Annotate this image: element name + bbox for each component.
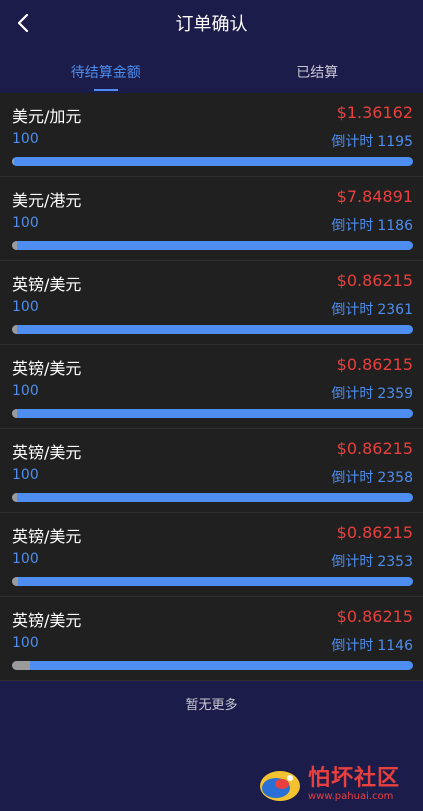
countdown: 倒计时 2358 bbox=[331, 467, 413, 487]
countdown: 倒计时 2361 bbox=[331, 299, 413, 319]
countdown-value: 2361 bbox=[377, 302, 413, 318]
currency-pair: 英镑/美元 bbox=[12, 359, 82, 378]
order-amount: 100 bbox=[12, 383, 39, 399]
progress-fill bbox=[12, 325, 17, 334]
order-price: $7.84891 bbox=[336, 187, 413, 206]
order-item[interactable]: 英镑/美元 $0.86215 100 倒计时 2361 bbox=[0, 261, 423, 345]
progress-bar bbox=[12, 661, 413, 670]
countdown: 倒计时 1186 bbox=[331, 215, 413, 235]
currency-pair: 美元/加元 bbox=[12, 107, 82, 126]
order-item[interactable]: 英镑/美元 $0.86215 100 倒计时 2353 bbox=[0, 513, 423, 597]
page-title: 订单确认 bbox=[175, 14, 248, 35]
countdown-label: 倒计时 bbox=[331, 470, 374, 486]
currency-pair: 英镑/美元 bbox=[12, 611, 82, 630]
countdown-value: 1186 bbox=[377, 218, 413, 234]
no-more-text: 暂无更多 bbox=[185, 698, 238, 713]
currency-pair: 美元/港元 bbox=[12, 191, 82, 210]
tab-bar: 待结算金额 已结算 bbox=[0, 52, 423, 92]
progress-fill bbox=[12, 409, 17, 418]
countdown-value: 2358 bbox=[377, 470, 413, 486]
tab-pending-settlement[interactable]: 待结算金额 bbox=[0, 52, 212, 92]
progress-fill bbox=[12, 661, 31, 670]
watermark-title: 怕坏社区 bbox=[308, 766, 401, 791]
order-price: $0.86215 bbox=[336, 355, 413, 374]
header: 订单确认 bbox=[0, 0, 423, 46]
progress-bar bbox=[12, 325, 413, 334]
order-amount: 100 bbox=[12, 467, 39, 483]
order-amount: 100 bbox=[12, 299, 39, 315]
order-price: $1.36162 bbox=[336, 103, 413, 122]
countdown-value: 1195 bbox=[377, 134, 413, 150]
back-button[interactable] bbox=[8, 7, 40, 39]
countdown-value: 1146 bbox=[377, 638, 413, 654]
countdown: 倒计时 2359 bbox=[331, 383, 413, 403]
progress-bar bbox=[12, 157, 413, 166]
order-item[interactable]: 美元/加元 $1.36162 100 倒计时 1195 bbox=[0, 93, 423, 177]
progress-fill bbox=[12, 241, 17, 250]
progress-bar bbox=[12, 241, 413, 250]
order-price: $0.86215 bbox=[336, 439, 413, 458]
progress-bar bbox=[12, 409, 413, 418]
countdown-label: 倒计时 bbox=[331, 554, 374, 570]
order-list: 美元/加元 $1.36162 100 倒计时 1195 美元/港元 $7.8489… bbox=[0, 93, 423, 681]
chevron-left-icon bbox=[17, 13, 29, 33]
progress-bar bbox=[12, 577, 413, 586]
currency-pair: 英镑/美元 bbox=[12, 527, 82, 546]
countdown-value: 2353 bbox=[377, 554, 413, 570]
countdown-label: 倒计时 bbox=[331, 218, 374, 234]
order-item[interactable]: 美元/港元 $7.84891 100 倒计时 1186 bbox=[0, 177, 423, 261]
order-item[interactable]: 英镑/美元 $0.86215 100 倒计时 1146 bbox=[0, 597, 423, 681]
order-amount: 100 bbox=[12, 215, 39, 231]
watermark-url: www.pahuai.com bbox=[308, 791, 394, 802]
progress-fill bbox=[12, 577, 18, 586]
countdown-label: 倒计时 bbox=[331, 302, 374, 318]
order-amount: 100 bbox=[12, 635, 39, 651]
countdown: 倒计时 1146 bbox=[331, 635, 413, 655]
progress-fill bbox=[12, 157, 14, 166]
countdown-label: 倒计时 bbox=[331, 134, 374, 150]
order-amount: 100 bbox=[12, 551, 39, 567]
order-price: $0.86215 bbox=[336, 271, 413, 290]
countdown-label: 倒计时 bbox=[331, 638, 374, 654]
order-item[interactable]: 英镑/美元 $0.86215 100 倒计时 2359 bbox=[0, 345, 423, 429]
currency-pair: 英镑/美元 bbox=[12, 443, 82, 462]
order-price: $0.86215 bbox=[336, 607, 413, 626]
progress-bar bbox=[12, 493, 413, 502]
order-price: $0.86215 bbox=[336, 523, 413, 542]
progress-fill bbox=[12, 493, 17, 502]
countdown-label: 倒计时 bbox=[331, 386, 374, 402]
currency-pair: 英镑/美元 bbox=[12, 275, 82, 294]
order-amount: 100 bbox=[12, 131, 39, 147]
watermark: 怕坏社区 www.pahuai.com bbox=[256, 762, 418, 808]
countdown: 倒计时 1195 bbox=[331, 131, 413, 151]
order-item[interactable]: 英镑/美元 $0.86215 100 倒计时 2358 bbox=[0, 429, 423, 513]
countdown: 倒计时 2353 bbox=[331, 551, 413, 571]
watermark-text: 怕坏社区 www.pahuai.com bbox=[308, 767, 400, 803]
tab-settled[interactable]: 已结算 bbox=[212, 52, 423, 92]
countdown-value: 2359 bbox=[377, 386, 413, 402]
watermark-logo-icon bbox=[260, 771, 300, 801]
